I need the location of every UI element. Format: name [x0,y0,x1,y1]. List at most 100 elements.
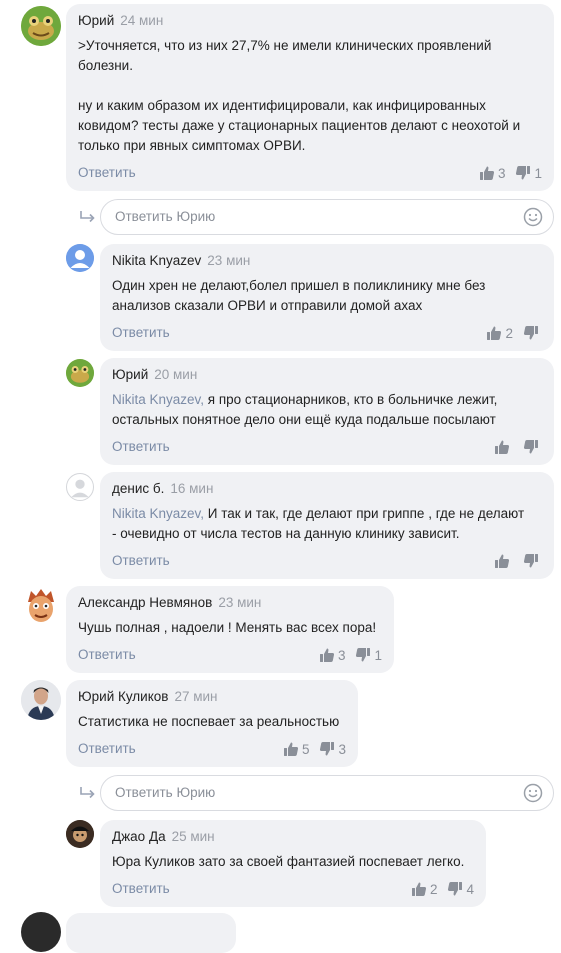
reply-arrow-icon [80,211,95,223]
comment-text: Чушь полная , надоели ! Менять вас всех … [78,620,377,635]
avatar[interactable] [66,820,94,848]
default-user-icon [66,244,94,272]
avatar[interactable] [21,912,61,952]
comment: Джао Да 25 мин Юра Куликов зато за своей … [100,820,486,907]
thumbs-up-icon [486,325,502,341]
dislike-button[interactable]: 1 [355,647,382,663]
reply-button[interactable]: Ответить [78,647,136,662]
reply-button[interactable]: Ответить [112,439,170,454]
reply-button[interactable]: Ответить [112,553,170,568]
avatar[interactable] [66,473,94,501]
comment [66,913,236,953]
avatar[interactable] [21,586,61,626]
comment: Nikita Knyazev 23 мин Один хрен не делают… [100,244,554,351]
reply-input[interactable]: Ответить Юрию [100,199,554,235]
user-photo-avatar-icon [21,680,61,720]
vote-controls [488,553,542,569]
dislike-button[interactable] [523,553,542,569]
comment-author[interactable]: Юрий [78,13,114,28]
vote-controls: 5 3 [277,741,346,757]
comment-author[interactable]: Nikita Knyazev [112,253,201,268]
mention-link[interactable]: Nikita Knyazev, [112,392,204,407]
avatar[interactable] [21,680,61,720]
comment-text: Юра Куликов зато за своей фантазией посп… [112,854,465,869]
dislike-button[interactable]: 4 [447,881,474,897]
dislike-button[interactable]: 3 [319,741,346,757]
thumbs-up-icon [283,741,299,757]
vote-controls: 3 1 [313,647,382,663]
smile-icon[interactable] [523,783,543,803]
comment: Александр Невмянов 23 мин Чушь полная , н… [66,586,394,673]
thumbs-up-icon [494,553,510,569]
comment-text: Статистика не поспевает за реальностью [78,714,340,729]
avatar[interactable] [66,244,94,272]
like-button[interactable]: 2 [486,325,513,341]
comment-author[interactable]: Александр Невмянов [78,595,212,610]
mention-link[interactable]: Nikita Knyazev, [112,506,204,521]
reply-button[interactable]: Ответить [112,881,170,896]
reply-input[interactable]: Ответить Юрию [100,775,554,811]
like-count: 2 [505,325,513,341]
thumbs-down-icon [523,439,539,455]
comment: Юрий Куликов 27 мин Статистика не поспева… [66,680,358,767]
dislike-button[interactable] [523,325,542,341]
dislike-count: 4 [466,881,474,897]
dislike-button[interactable]: 1 [515,165,542,181]
cartoon-face-avatar-icon [28,589,54,622]
comment-text: Один хрен не делают,болел пришел в полик… [112,278,486,313]
comment-text: Nikita Knyazev, я про стационарников, кт… [112,392,498,427]
thumbs-down-icon [319,741,335,757]
like-button[interactable]: 3 [479,165,506,181]
avatar[interactable] [21,6,61,46]
comment-time: 25 мин [171,829,215,844]
like-count: 3 [337,647,346,663]
like-count: 5 [301,741,310,757]
dislike-count: 3 [338,741,346,757]
comment: денис б. 16 мин Nikita Knyazev, И так и т… [100,472,554,579]
frog-avatar-icon [21,6,61,46]
comment-time: 24 мин [120,13,164,28]
default-user-icon [71,479,89,498]
smile-icon[interactable] [523,207,543,227]
comment-author[interactable]: Джао Да [112,829,166,844]
reply-placeholder: Ответить Юрию [115,209,216,224]
comment-text: Nikita Knyazev, И так и так, где делают … [112,506,525,541]
comment-author[interactable]: Юрий Куликов [78,689,168,704]
frog-avatar-icon [66,359,94,387]
reply-arrow-icon [80,787,95,799]
like-button[interactable] [494,553,513,569]
thumbs-down-icon [515,165,531,181]
comment-time: 20 мин [154,367,198,382]
like-button[interactable]: 5 [283,741,310,757]
comment-text: >Уточняется, что из них 27,7% не имели к… [78,38,521,153]
dislike-button[interactable] [523,439,542,455]
thumbs-up-icon [411,881,427,897]
like-button[interactable]: 2 [411,881,438,897]
thumbs-up-icon [479,165,495,181]
vote-controls: 3 1 [473,165,542,181]
comment-author[interactable]: денис б. [112,481,164,496]
comment-time: 23 мин [207,253,251,268]
comment-time: 27 мин [174,689,218,704]
dislike-count: 1 [534,165,542,181]
reply-button[interactable]: Ответить [112,325,170,340]
dislike-count: 1 [374,647,382,663]
reply-button[interactable]: Ответить [78,741,136,756]
thumbs-down-icon [523,325,539,341]
comment-time: 23 мин [218,595,262,610]
like-button[interactable]: 3 [319,647,346,663]
avatar[interactable] [66,359,94,387]
thumbs-down-icon [355,647,371,663]
thumbs-down-icon [447,881,463,897]
comment-time: 16 мин [170,481,214,496]
thumbs-down-icon [523,553,539,569]
reply-placeholder: Ответить Юрию [115,785,216,800]
reply-button[interactable]: Ответить [78,165,136,180]
comment: Юрий 20 мин Nikita Knyazev, я про стацион… [100,358,554,465]
like-count: 2 [429,881,438,897]
like-count: 3 [497,165,506,181]
vote-controls: 2 4 [405,881,474,897]
like-button[interactable] [494,439,513,455]
comment-author[interactable]: Юрий [112,367,148,382]
pirate-avatar-icon [66,820,94,848]
